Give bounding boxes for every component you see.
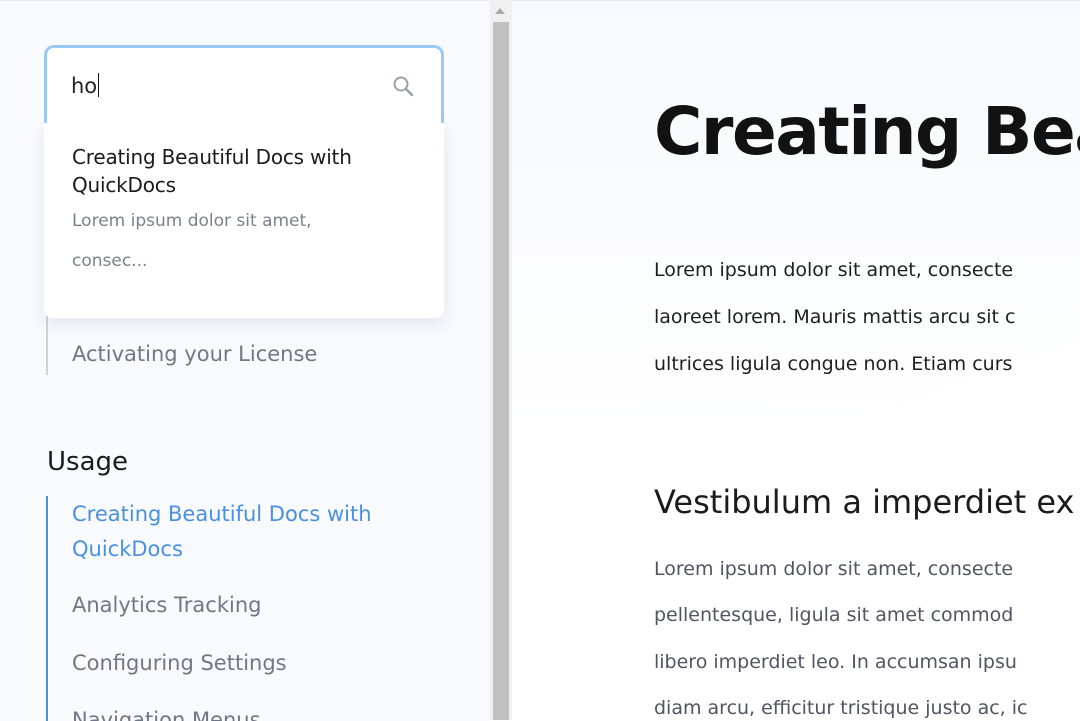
sidebar-item-analytics-tracking[interactable]: Analytics Tracking: [72, 593, 261, 617]
sidebar-item-label-line-1: Creating Beautiful Docs with: [72, 502, 372, 526]
text-caret: [98, 73, 100, 97]
intro-paragraph-line-1: Lorem ipsum dolor sit amet, consecte: [654, 259, 1014, 281]
search-result-snippet-line-2: consec...: [72, 251, 148, 271]
section-paragraph-line-3: libero imperdiet leo. In accumsan ipsu: [654, 651, 1017, 673]
sidebar-item-label: Analytics Tracking: [72, 593, 262, 617]
section-heading: Vestibulum a imperdiet ex: [654, 483, 1075, 521]
search-input[interactable]: ho: [44, 45, 444, 123]
page-title: Creating Bea: [654, 93, 1080, 170]
search-results-dropdown: Creating Beautiful Docs with QuickDocs L…: [44, 123, 444, 318]
sidebar-item-label: Configuring Settings: [72, 651, 287, 675]
search-result-title-line-1: Creating Beautiful Docs with: [72, 145, 352, 169]
nav-active-guide-line: [46, 496, 48, 721]
search-icon[interactable]: [391, 74, 415, 98]
sidebar-item-navigation-menus[interactable]: Navigation Menus: [72, 708, 261, 721]
main-content: Creating Bea Lorem ipsum dolor sit amet,…: [512, 0, 1080, 721]
sidebar-item-configuring-settings[interactable]: Configuring Settings: [72, 651, 287, 675]
sidebar-scrollbar[interactable]: [490, 0, 512, 720]
search-result-item[interactable]: Creating Beautiful Docs with QuickDocs L…: [72, 143, 418, 281]
sidebar-item-creating-docs[interactable]: Creating Beautiful Docs with QuickDocs: [72, 497, 372, 567]
sidebar: Activating your License Usage Creating B…: [0, 0, 490, 721]
search-container: ho Creating Beautiful Docs with QuickDoc…: [44, 45, 444, 318]
intro-paragraph-line-2: laoreet lorem. Mauris mattis arcu sit c: [654, 306, 1016, 328]
sidebar-item-activating-license[interactable]: Activating your License: [72, 342, 317, 366]
sidebar-item-label: Activating your License: [72, 342, 318, 366]
intro-paragraph-line-3: ultrices ligula congue non. Etiam curs: [654, 353, 1013, 375]
section-paragraph-line-4: diam arcu, efficitur tristique justo ac,…: [654, 697, 1028, 719]
section-paragraph-line-2: pellentesque, ligula sit amet commod: [654, 604, 1014, 626]
section-paragraph-line-1: Lorem ipsum dolor sit amet, consecte: [654, 558, 1014, 580]
sidebar-item-label: Navigation Menus: [72, 708, 261, 721]
sidebar-section-title: Usage: [47, 447, 129, 477]
search-result-snippet-line-1: Lorem ipsum dolor sit amet,: [72, 211, 312, 231]
search-input-value: ho: [71, 73, 100, 98]
scroll-up-arrow-icon[interactable]: [495, 8, 505, 14]
search-result-title-line-2: QuickDocs: [72, 173, 176, 197]
scrollbar-thumb[interactable]: [493, 22, 509, 720]
sidebar-item-label-line-2: QuickDocs: [72, 537, 183, 561]
